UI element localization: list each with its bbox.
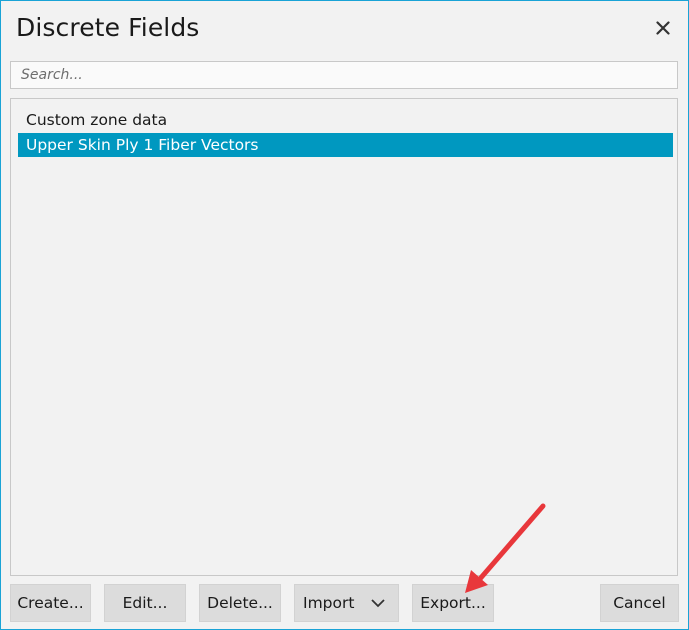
import-button-label: Import [303, 594, 355, 612]
list-item-selected[interactable]: Upper Skin Ply 1 Fiber Vectors [18, 133, 673, 157]
delete-button[interactable]: Delete... [199, 584, 281, 622]
export-button[interactable]: Export... [412, 584, 494, 622]
discrete-fields-dialog: Discrete Fields Custom zone data Upper S… [0, 0, 689, 630]
dialog-title: Discrete Fields [16, 13, 200, 42]
create-button[interactable]: Create... [10, 584, 91, 622]
close-button[interactable] [649, 14, 677, 42]
list-item[interactable]: Custom zone data [18, 108, 673, 132]
chevron-down-icon [370, 596, 386, 610]
search-input[interactable] [10, 61, 678, 89]
discrete-fields-list[interactable]: Custom zone data Upper Skin Ply 1 Fiber … [10, 98, 678, 576]
edit-button[interactable]: Edit... [104, 584, 186, 622]
import-dropdown-button[interactable]: Import [294, 584, 399, 622]
close-icon [656, 21, 670, 35]
cancel-button[interactable]: Cancel [600, 584, 679, 622]
